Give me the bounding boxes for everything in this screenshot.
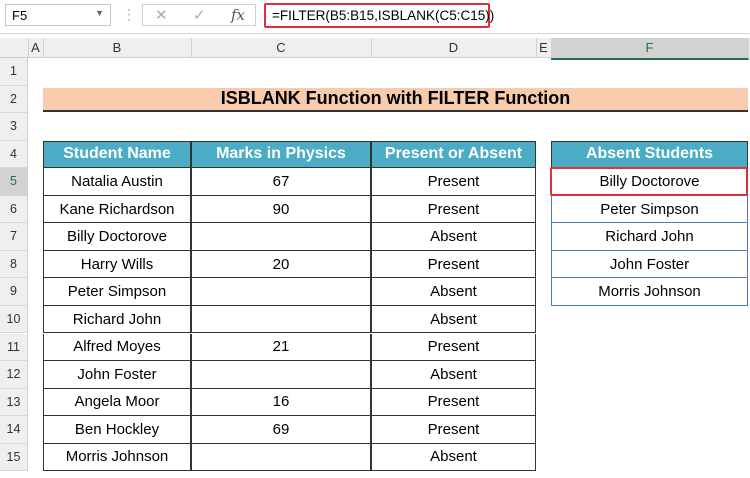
table-cell[interactable] — [191, 361, 371, 389]
row-header-5[interactable]: 5 — [0, 168, 28, 196]
table-cell[interactable]: Absent — [371, 443, 536, 472]
row-header-10[interactable]: 10 — [0, 305, 28, 334]
table-cell[interactable]: Present — [371, 388, 536, 417]
name-box[interactable]: F5 ▼ — [5, 4, 111, 26]
table-header-cell: Marks in Physics — [191, 140, 371, 169]
row-header-1[interactable]: 1 — [0, 58, 28, 86]
row-header-6[interactable]: 6 — [0, 195, 28, 224]
table-cell[interactable]: Present — [371, 333, 536, 362]
result-cell[interactable]: Richard John — [551, 223, 748, 251]
formula-input[interactable]: =FILTER(B5:B15,ISBLANK(C5:C15)) — [264, 3, 494, 28]
table-cell[interactable] — [191, 278, 371, 306]
table-cell[interactable]: Richard John — [43, 305, 191, 334]
table-cell[interactable]: Present — [371, 168, 536, 196]
table-header-cell: Present or Absent — [371, 140, 536, 169]
table-cell[interactable]: Peter Simpson — [43, 278, 191, 306]
result-cell[interactable]: Morris Johnson — [551, 278, 748, 306]
table-cell[interactable]: Billy Doctorove — [43, 223, 191, 251]
chevron-down-icon[interactable]: ▼ — [95, 8, 104, 18]
table-cell[interactable]: 16 — [191, 388, 371, 417]
table-cell[interactable]: 20 — [191, 250, 371, 279]
sheet-title: ISBLANK Function with FILTER Function — [43, 87, 748, 113]
table-cell[interactable]: Absent — [371, 361, 536, 389]
row-header-3[interactable]: 3 — [0, 113, 28, 141]
table-cell[interactable]: Present — [371, 195, 536, 224]
result-cell[interactable]: John Foster — [551, 250, 748, 279]
table-cell[interactable] — [191, 223, 371, 251]
table-cell[interactable]: Present — [371, 250, 536, 279]
formula-buttons: ✕ ✓ fx — [142, 4, 256, 26]
row-header-14[interactable]: 14 — [0, 416, 28, 444]
column-header-C[interactable]: C — [191, 38, 372, 58]
column-header-D[interactable]: D — [371, 38, 537, 58]
row-header-13[interactable]: 13 — [0, 388, 28, 417]
table-cell[interactable]: 69 — [191, 416, 371, 444]
table-cell[interactable]: Harry Wills — [43, 250, 191, 279]
column-header-B[interactable]: B — [43, 38, 192, 58]
table-cell[interactable]: 67 — [191, 168, 371, 196]
result-cell[interactable]: Peter Simpson — [551, 195, 748, 224]
row-header-7[interactable]: 7 — [0, 223, 28, 251]
selected-cell-highlight — [550, 167, 748, 196]
table-cell[interactable] — [191, 305, 371, 334]
enter-icon[interactable]: ✓ — [193, 6, 206, 24]
name-box-value: F5 — [12, 8, 28, 23]
table-cell[interactable]: Natalia Austin — [43, 168, 191, 196]
table-cell[interactable]: Kane Richardson — [43, 195, 191, 224]
column-headers: ABCDEF — [0, 38, 750, 60]
row-header-8[interactable]: 8 — [0, 250, 28, 279]
row-header-9[interactable]: 9 — [0, 278, 28, 306]
row-header-2[interactable]: 2 — [0, 85, 28, 114]
table-cell[interactable]: Absent — [371, 223, 536, 251]
column-header-A[interactable]: A — [28, 38, 44, 58]
function-icon[interactable]: fx — [231, 6, 245, 24]
table-cell[interactable]: 90 — [191, 195, 371, 224]
drag-handle-icon[interactable]: ⋮ — [122, 6, 136, 23]
row-header-4[interactable]: 4 — [0, 140, 28, 169]
table-cell[interactable]: Absent — [371, 278, 536, 306]
table-cell[interactable]: Present — [371, 416, 536, 444]
row-header-12[interactable]: 12 — [0, 361, 28, 389]
formula-bar-area: F5 ▼ ⋮ ✕ ✓ fx =FILTER(B5:B15,ISBLANK(C5:C… — [0, 0, 750, 34]
cancel-icon[interactable]: ✕ — [155, 6, 168, 24]
column-header-E[interactable]: E — [536, 38, 552, 58]
row-header-11[interactable]: 11 — [0, 333, 28, 362]
table-cell[interactable]: John Foster — [43, 361, 191, 389]
result-header: Absent Students — [551, 140, 748, 169]
table-cell[interactable] — [191, 443, 371, 472]
table-cell[interactable]: Absent — [371, 305, 536, 334]
table-cell[interactable]: 21 — [191, 333, 371, 362]
table-header-cell: Student Name — [43, 140, 191, 169]
row-header-15[interactable]: 15 — [0, 443, 28, 472]
select-all-corner[interactable] — [0, 38, 29, 58]
table-cell[interactable]: Morris Johnson — [43, 443, 191, 472]
table-cell[interactable]: Angela Moor — [43, 388, 191, 417]
table-cell[interactable]: Ben Hockley — [43, 416, 191, 444]
column-header-F[interactable]: F — [551, 38, 749, 60]
table-cell[interactable]: Alfred Moyes — [43, 333, 191, 362]
